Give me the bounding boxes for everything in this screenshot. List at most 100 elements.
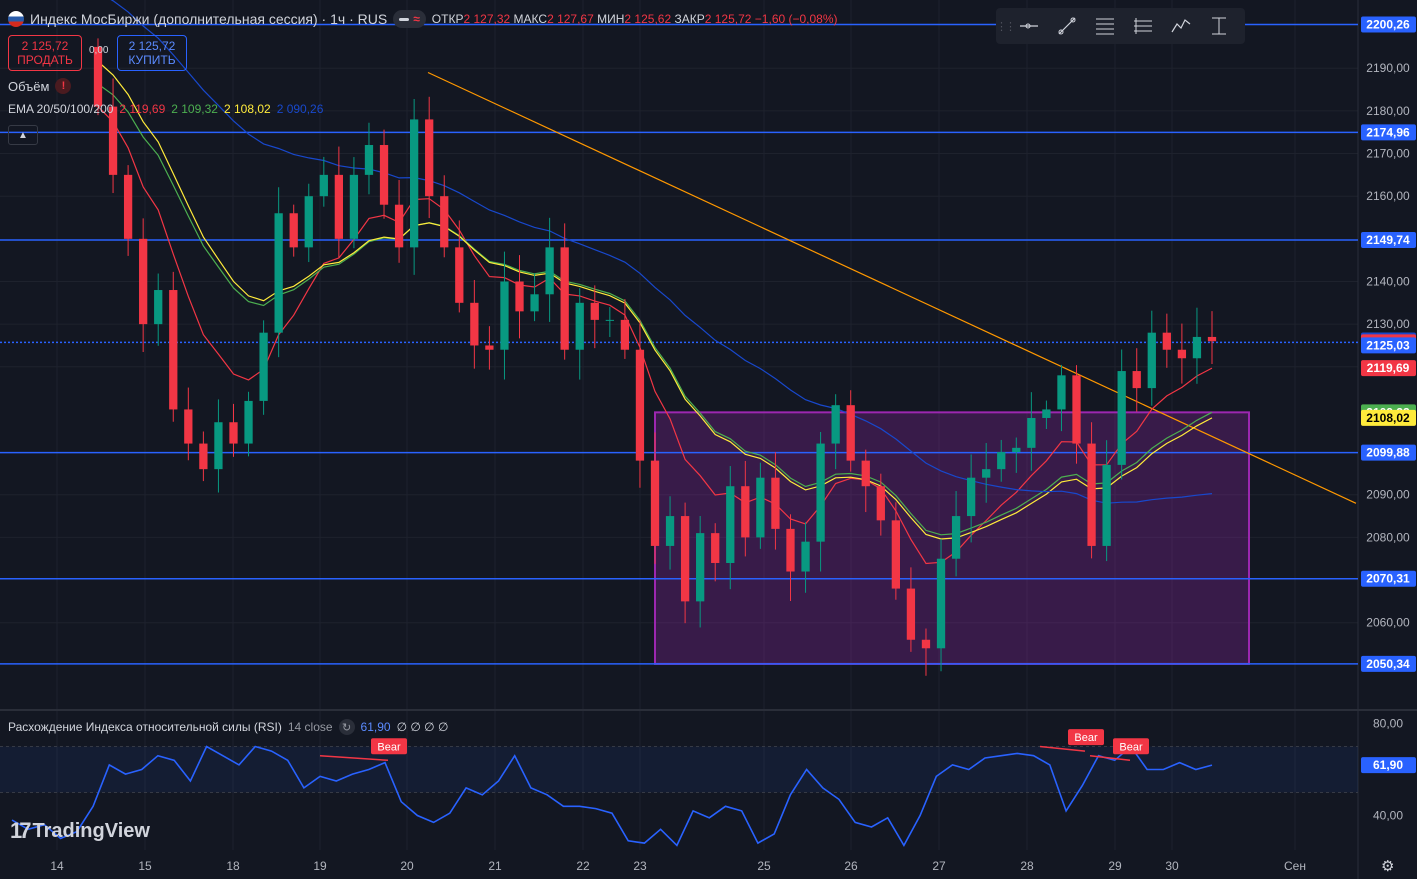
candle[interactable] — [1207, 336, 1217, 342]
candle[interactable] — [1192, 336, 1202, 359]
candle[interactable] — [169, 290, 178, 410]
warning-icon[interactable]: ! — [55, 78, 72, 94]
candle[interactable] — [108, 106, 118, 175]
candle[interactable] — [364, 145, 374, 175]
price-label[interactable]: 2070,31 — [1366, 572, 1410, 586]
candle[interactable] — [756, 477, 765, 538]
tradingview-logo[interactable]: 17 TradingView — [10, 818, 150, 844]
horizontal-ray-icon[interactable] — [1010, 8, 1048, 44]
candle[interactable] — [259, 332, 268, 401]
candle[interactable] — [620, 319, 630, 350]
chart-canvas[interactable]: BearBearBear 2190,002180,002170,002160,0… — [0, 0, 1417, 879]
candle[interactable] — [891, 520, 901, 589]
gear-icon[interactable]: ⚙ — [1381, 857, 1394, 875]
candle[interactable] — [409, 119, 419, 248]
symbol-title[interactable]: Индекс МосБиржи (дополнительная сессия) … — [30, 11, 387, 27]
candle[interactable] — [1162, 332, 1171, 350]
candle[interactable] — [726, 486, 735, 563]
candle[interactable] — [184, 409, 193, 444]
candle[interactable] — [199, 443, 208, 470]
fib-retracement-icon[interactable] — [1086, 8, 1124, 44]
sell-button[interactable]: 2 125,72 ПРОДАТЬ — [8, 35, 82, 71]
candle[interactable] — [801, 541, 810, 572]
volume-legend[interactable]: Объём ! — [8, 78, 72, 94]
candle[interactable] — [139, 238, 148, 325]
candle[interactable] — [786, 528, 795, 572]
candle[interactable] — [575, 302, 584, 350]
candle[interactable] — [1177, 349, 1187, 359]
buy-button[interactable]: 2 125,72 КУПИТЬ — [117, 35, 187, 71]
ema-legend[interactable]: EMA 20/50/100/200 2 119,69 2 109,32 2 10… — [8, 102, 323, 116]
refresh-icon[interactable]: ↻ — [338, 719, 355, 735]
candle[interactable] — [425, 119, 434, 197]
candle[interactable] — [123, 174, 133, 239]
candle[interactable] — [876, 486, 885, 521]
candle[interactable] — [1117, 371, 1126, 465]
price-label[interactable]: 2149,74 — [1366, 233, 1410, 247]
candle[interactable] — [440, 196, 449, 248]
candle[interactable] — [1042, 409, 1051, 418]
candle[interactable] — [680, 516, 690, 602]
candle[interactable] — [1057, 375, 1066, 410]
candle[interactable] — [214, 422, 223, 470]
trend-line-icon[interactable] — [1048, 8, 1086, 44]
candle[interactable] — [1027, 417, 1036, 448]
candle[interactable] — [289, 213, 298, 248]
candle[interactable] — [936, 558, 946, 649]
drag-handle-icon[interactable]: ⋮⋮ — [996, 20, 1016, 33]
candle[interactable] — [500, 281, 509, 350]
candle[interactable] — [1072, 375, 1081, 444]
candle[interactable] — [455, 247, 464, 303]
price-label[interactable]: 2174,96 — [1366, 125, 1410, 139]
candle[interactable] — [334, 174, 344, 239]
candle[interactable] — [771, 477, 780, 529]
candle[interactable] — [816, 443, 825, 542]
rsi-last-label[interactable]: 61,90 — [1373, 758, 1403, 772]
candle[interactable] — [861, 460, 870, 487]
parallel-channel-icon[interactable] — [1124, 8, 1162, 44]
candle[interactable] — [274, 213, 283, 333]
candle[interactable] — [154, 290, 163, 325]
candle[interactable] — [605, 319, 614, 321]
candle[interactable] — [349, 174, 359, 239]
candle[interactable] — [711, 533, 720, 563]
candle[interactable] — [846, 405, 855, 461]
candle[interactable] — [982, 469, 991, 478]
candle[interactable] — [650, 460, 660, 546]
candle[interactable] — [515, 281, 524, 312]
candle[interactable] — [1132, 371, 1141, 389]
candle[interactable] — [635, 349, 645, 461]
candle[interactable] — [560, 247, 569, 350]
candle[interactable] — [1012, 447, 1021, 453]
candle[interactable] — [1087, 443, 1096, 546]
candle[interactable] — [229, 422, 238, 444]
price-label[interactable]: 2099,88 — [1366, 446, 1410, 460]
candle[interactable] — [545, 247, 554, 295]
price-label[interactable]: 2200,26 — [1366, 17, 1410, 31]
price-label[interactable]: 2108,02 — [1366, 411, 1410, 425]
candle[interactable] — [831, 405, 840, 444]
candle[interactable] — [1147, 332, 1156, 389]
candle[interactable] — [997, 452, 1006, 470]
price-label[interactable]: 2050,34 — [1366, 657, 1410, 671]
chevron-up-icon[interactable]: ▲ — [8, 125, 38, 145]
candle[interactable] — [906, 588, 916, 640]
candle[interactable] — [665, 516, 675, 546]
candle[interactable] — [379, 145, 389, 205]
candle[interactable] — [319, 174, 328, 197]
candle[interactable] — [470, 302, 479, 346]
candle[interactable] — [394, 204, 404, 248]
candle[interactable] — [1102, 464, 1111, 546]
candle[interactable] — [741, 486, 750, 538]
candle[interactable] — [530, 294, 539, 312]
price-range-icon[interactable] — [1200, 8, 1238, 44]
candle[interactable] — [590, 302, 599, 320]
candle[interactable] — [951, 516, 961, 559]
price-label[interactable]: 2125,03 — [1366, 338, 1410, 352]
symbol-status-pill[interactable]: ≈ — [393, 10, 426, 28]
candle[interactable] — [966, 477, 976, 517]
candle[interactable] — [921, 639, 931, 649]
price-label[interactable]: 2119,69 — [1367, 361, 1410, 375]
zigzag-icon[interactable] — [1162, 8, 1200, 44]
candle[interactable] — [696, 533, 705, 602]
